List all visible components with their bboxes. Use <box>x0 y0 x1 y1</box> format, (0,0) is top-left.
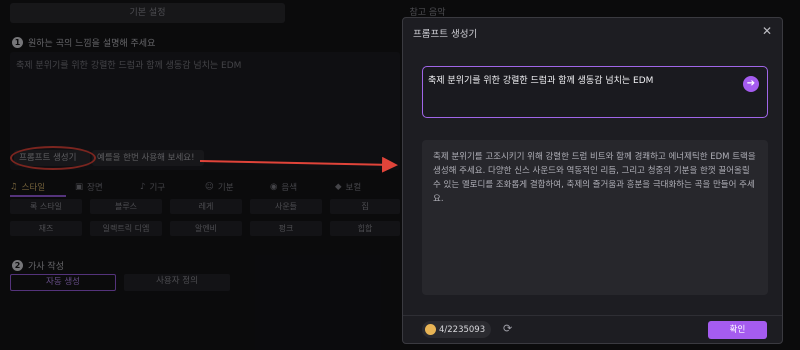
generated-prompt-panel: 축제 분위기를 고조시키기 위해 강렬한 드럼 비트와 함께 경쾌하고 에너제틱… <box>422 140 768 295</box>
prompt-input[interactable]: 축제 분위기를 위한 강렬한 드럼과 함께 생동감 넘치는 EDM ➔ <box>422 66 768 118</box>
dialog-footer: 4/2235093 ⟳ 확인 <box>403 315 782 343</box>
coin-icon <box>425 324 436 335</box>
prompt-input-text: 축제 분위기를 위한 강렬한 드럼과 함께 생동감 넘치는 EDM <box>428 76 654 86</box>
close-icon[interactable]: ✕ <box>762 24 772 38</box>
prompt-generator-dialog: 프롬프트 생성기 ✕ 축제 분위기를 위한 강렬한 드럼과 함께 생동감 넘치는… <box>402 17 783 344</box>
credit-counter: 4/2235093 <box>422 321 492 338</box>
credit-count: 4/2235093 <box>439 324 486 335</box>
arrow-right-icon[interactable]: ➔ <box>743 76 759 92</box>
generated-prompt-text: 축제 분위기를 고조시키기 위해 강렬한 드럼 비트와 함께 경쾌하고 에너제틱… <box>433 152 756 204</box>
confirm-button[interactable]: 확인 <box>708 321 767 339</box>
dialog-title: 프롬프트 생성기 <box>413 29 478 40</box>
refresh-icon[interactable]: ⟳ <box>503 322 512 335</box>
dialog-header: 프롬프트 생성기 ✕ <box>403 18 782 46</box>
